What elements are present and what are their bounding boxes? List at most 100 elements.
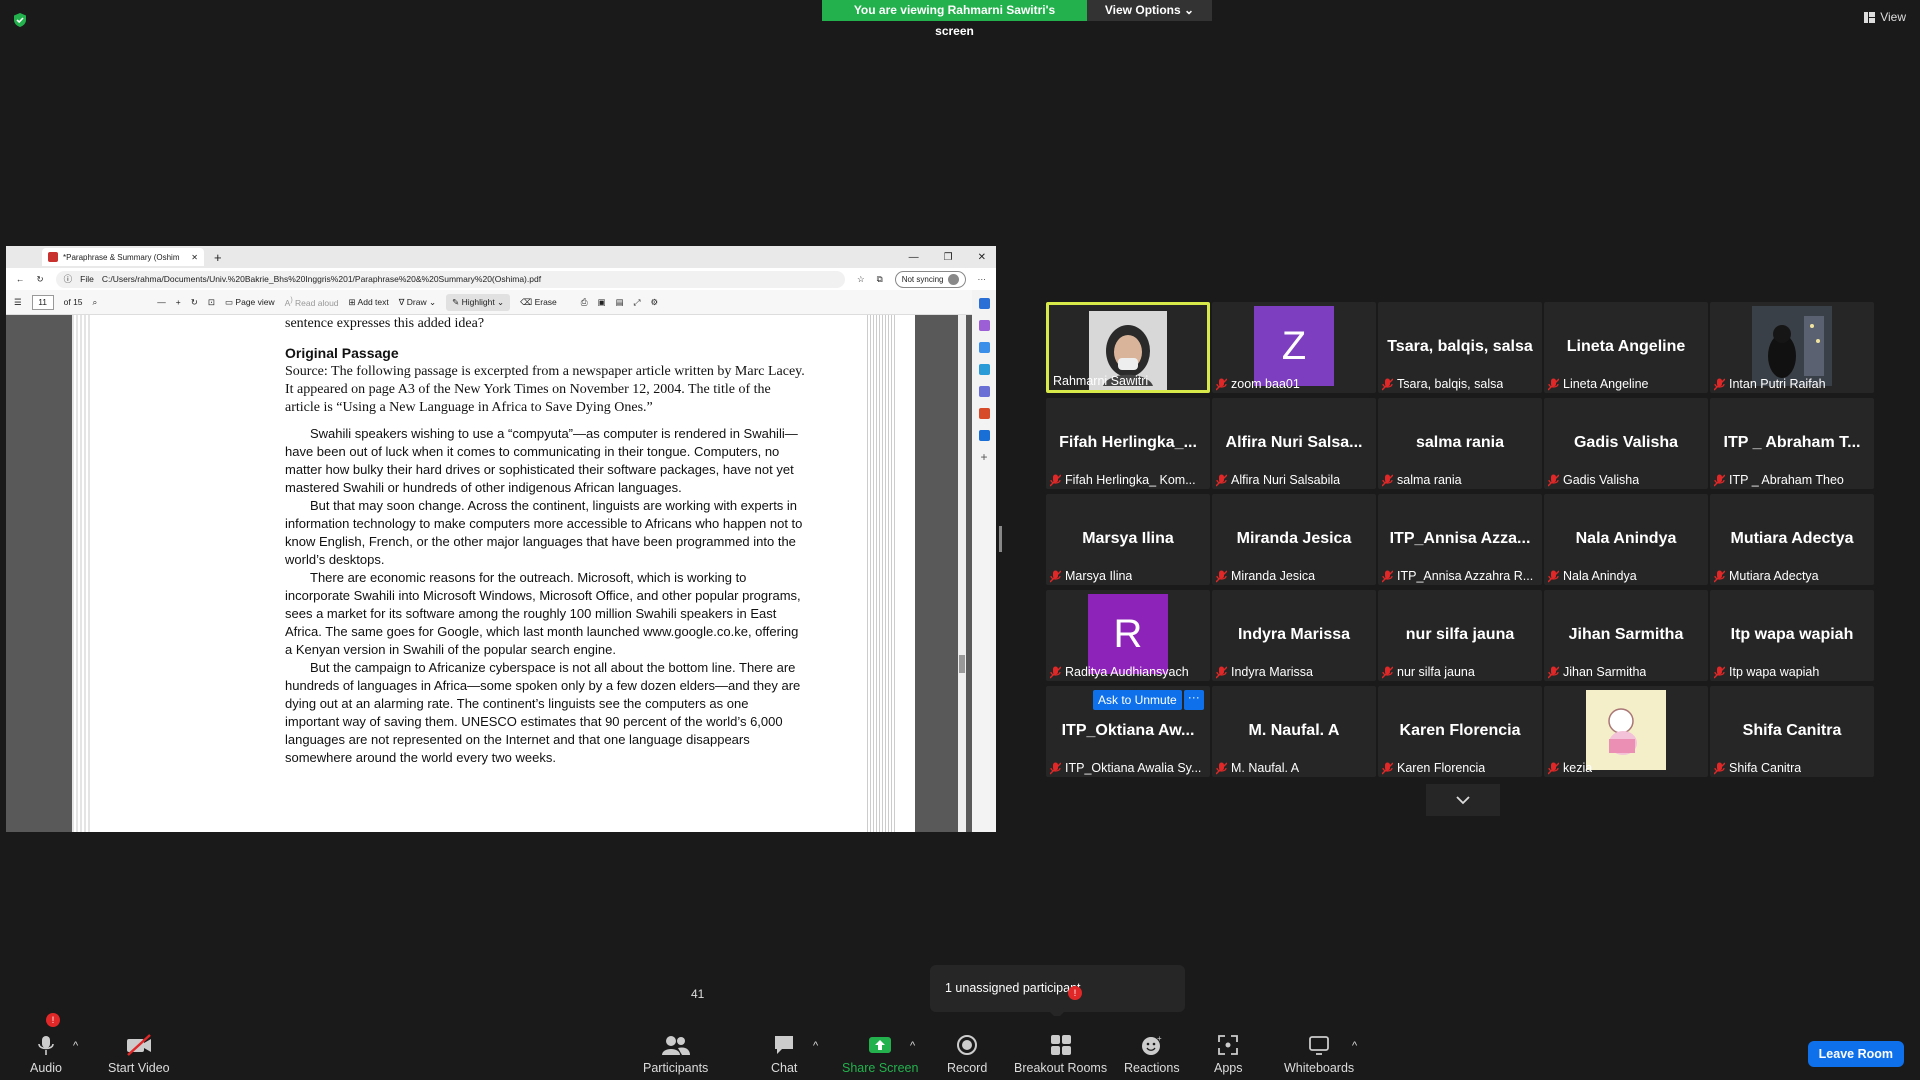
address-bar[interactable]: ⓘ File C:/Users/rahma/Documents/Univ.%20… [55,270,845,288]
muted-mic-icon [1714,762,1725,774]
copilot-icon[interactable] [978,320,990,331]
participant-name: Jihan Sarmitha [1563,665,1647,679]
shopping-icon[interactable] [978,342,990,353]
participant-display-name: Karen Florencia [1399,722,1521,739]
chat-caret-icon[interactable]: ^ [813,1040,818,1052]
favorites-icon[interactable]: ☆ [857,274,865,285]
participant-name-label: kezia [1548,761,1592,775]
fit-icon[interactable]: ⊡ [208,297,215,308]
participant-tile[interactable]: Zzoom baa01 [1212,302,1376,393]
panel-resize-handle[interactable] [999,526,1002,552]
participant-tile[interactable]: Marsya Ilina Marsya Ilina [1046,494,1210,585]
back-icon[interactable]: ← [16,274,25,284]
pdf-scrollbar[interactable] [958,315,966,832]
participant-tile[interactable]: Karen Florencia Karen Florencia [1378,686,1542,777]
outlook-icon[interactable] [978,430,990,441]
participant-tile[interactable]: Fifah Herlingka_... Fifah Herlingka_ Kom.… [1046,398,1210,489]
rotate-icon[interactable]: ↻ [191,297,198,308]
audio-button[interactable]: Audio [30,1034,62,1075]
save-as-icon[interactable]: ▤ [616,297,624,308]
participant-tile[interactable]: R Raditya Audhiansyach [1046,590,1210,681]
print-icon[interactable]: ⎙ [581,297,588,308]
participant-tile[interactable]: Mutiara Adectya Mutiara Adectya [1710,494,1874,585]
participant-tile[interactable]: Alfira Nuri Salsa... Alfira Nuri Salsabil… [1212,398,1376,489]
refresh-icon[interactable]: ↻ [37,274,44,285]
collections-icon[interactable]: ⧉ [877,274,883,285]
office-icon[interactable] [978,408,990,419]
contents-icon[interactable]: ☰ [14,297,22,308]
minimize-icon[interactable]: — [909,252,919,263]
participant-tile[interactable]: Lineta Angeline Lineta Angeline [1544,302,1708,393]
scan-edge-left [72,315,92,832]
ask-to-unmute-button[interactable]: Ask to Unmute [1093,690,1182,710]
participant-tile[interactable]: salma rania salma rania [1378,398,1542,489]
restore-icon[interactable]: ❐ [944,252,953,263]
zoom-out-icon[interactable]: — [157,297,166,307]
participant-tile[interactable]: Gadis Valisha Gadis Valisha [1544,398,1708,489]
chat-button[interactable]: Chat [771,1034,797,1075]
whiteboards-caret-icon[interactable]: ^ [1352,1040,1357,1052]
close-window-icon[interactable]: ✕ [978,252,986,263]
participant-name-label: Raditya Audhiansyach [1050,665,1189,679]
participant-tile[interactable]: Intan Putri Raifah [1710,302,1874,393]
apps-button[interactable]: Apps [1214,1034,1243,1075]
page-view-button[interactable]: ▭ Page view [225,297,275,308]
participants-button[interactable]: Participants [643,1034,708,1075]
scroll-thumb[interactable] [959,655,965,673]
participant-tile[interactable]: Indyra Marissa Indyra Marissa [1212,590,1376,681]
draw-button[interactable]: ∇ Draw ⌄ [399,297,436,308]
whiteboard-icon [1309,1036,1329,1055]
erase-button[interactable]: ⌫ Erase [520,297,557,308]
participant-tile[interactable]: Miranda Jesica Miranda Jesica [1212,494,1376,585]
apps-label: Apps [1214,1061,1243,1075]
add-icon[interactable]: + [979,451,990,463]
share-caret-icon[interactable]: ^ [910,1040,915,1052]
games-icon[interactable] [978,386,990,397]
breakout-badge: ! [1068,986,1082,1000]
fullscreen-icon[interactable]: ⤢ [634,297,641,308]
participant-tile[interactable]: ITP _ Abraham T... ITP _ Abraham Theo [1710,398,1874,489]
save-icon[interactable]: ▣ [598,297,606,308]
next-page-button[interactable] [1426,784,1500,816]
participant-tile[interactable]: Tsara, balqis, salsa Tsara, balqis, salsa [1378,302,1542,393]
leave-room-button[interactable]: Leave Room [1807,1041,1904,1067]
settings-icon[interactable]: ⚙ [650,297,658,308]
audio-caret-icon[interactable]: ^ [73,1040,78,1052]
record-button[interactable]: Record [947,1034,987,1075]
participant-tile[interactable]: Rahmarni Sawitri [1046,302,1210,393]
highlight-label: Highlight [461,296,495,307]
zoom-in-icon[interactable]: + [176,297,181,307]
read-aloud-button[interactable]: A) Read aloud [285,296,339,308]
whiteboards-button[interactable]: Whiteboards [1284,1034,1354,1075]
start-video-button[interactable]: Start Video [108,1034,170,1075]
sync-button[interactable]: Not syncing [894,270,966,288]
participant-tile[interactable]: Jihan Sarmitha Jihan Sarmitha [1544,590,1708,681]
participant-tile[interactable]: M. Naufal. A M. Naufal. A [1212,686,1376,777]
new-tab-icon[interactable]: + [214,250,222,265]
encryption-shield-icon[interactable] [12,12,28,28]
participant-tile[interactable]: Nala Anindya Nala Anindya [1544,494,1708,585]
more-icon[interactable]: ··· [978,274,987,284]
more-options-button[interactable]: ··· [1183,690,1204,710]
view-button[interactable]: View [1864,10,1906,24]
add-text-button[interactable]: ⊞ Add text [349,297,389,308]
share-screen-button[interactable]: Share Screen [842,1034,918,1075]
reactions-button[interactable]: + Reactions [1124,1034,1180,1075]
highlight-button[interactable]: ✎ Highlight ⌄ [446,293,511,311]
page-number-input[interactable]: 11 [31,294,54,310]
participant-tile[interactable]: Shifa Canitra Shifa Canitra [1710,686,1874,777]
participant-tile[interactable]: Itp wapa wapiah Itp wapa wapiah [1710,590,1874,681]
participant-tile[interactable]: ITP_Annisa Azza... ITP_Annisa Azzahra R..… [1378,494,1542,585]
shared-screen[interactable]: *Paraphrase & Summary (Oshim ✕ + — ❐ ✕ ←… [6,246,996,832]
close-tab-icon[interactable]: ✕ [191,253,198,262]
browser-tab[interactable]: *Paraphrase & Summary (Oshim ✕ [42,248,204,266]
search-icon[interactable]: ⌕ [93,297,98,308]
breakout-rooms-button[interactable]: Breakout Rooms [1014,1034,1107,1075]
pdf-viewport[interactable]: sentence expresses this added idea? Orig… [6,315,972,832]
participant-tile[interactable]: nur silfa jauna nur silfa jauna [1378,590,1542,681]
participant-name-label: Mutiara Adectya [1714,569,1819,583]
participant-tile[interactable]: kezia [1544,686,1708,777]
search-sidebar-icon[interactable] [978,298,990,309]
view-options-button[interactable]: View Options ⌄ [1087,0,1212,21]
tools-icon[interactable] [978,364,990,375]
